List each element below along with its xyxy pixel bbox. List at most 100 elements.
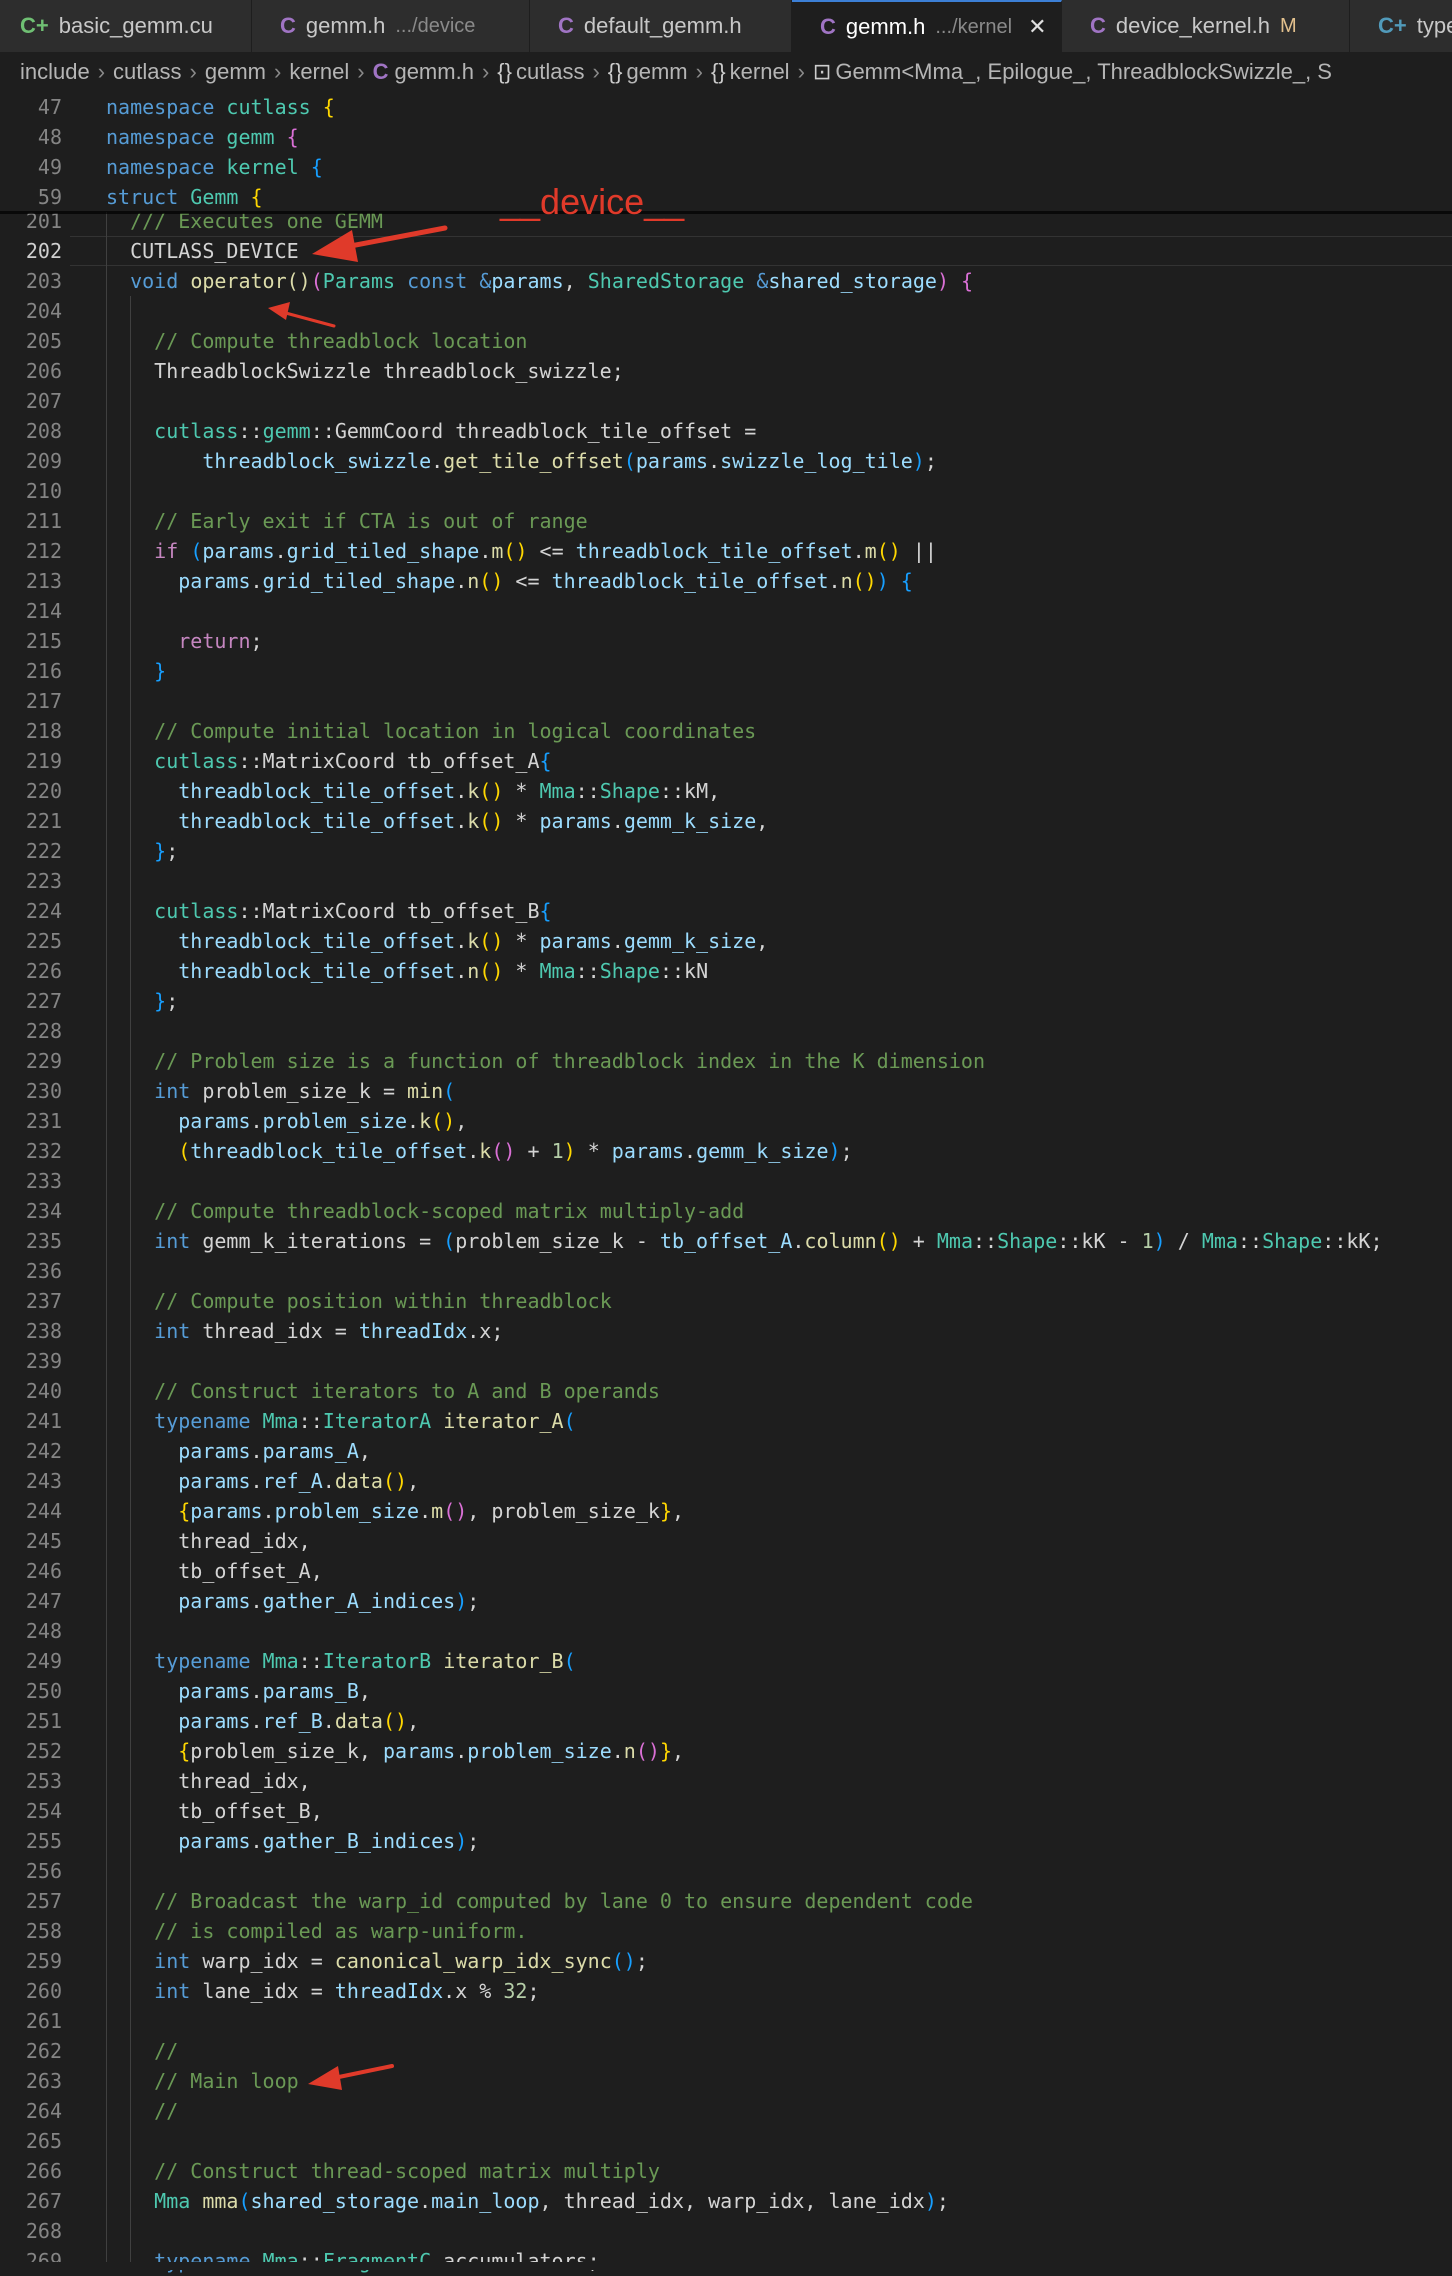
tab-default-gemm-h[interactable]: Cdefault_gemm.h [530, 0, 792, 52]
line-number: 216 [25, 659, 62, 683]
code-line[interactable]: 235 int gemm_k_iterations = (problem_siz… [0, 1226, 1452, 1256]
annotation-label-device: __device__ [500, 181, 685, 222]
line-number: 238 [25, 1319, 62, 1343]
code-line[interactable]: 260 int lane_idx = threadIdx.x % 32; [0, 1976, 1452, 2006]
code-line[interactable]: 216 } [0, 656, 1452, 686]
code-line[interactable]: 250 params.params_B, [0, 1676, 1452, 1706]
code-line[interactable]: 259 int warp_idx = canonical_warp_idx_sy… [0, 1946, 1452, 1976]
code-line[interactable]: 245 thread_idx, [0, 1526, 1452, 1556]
code-line[interactable]: 220 threadblock_tile_offset.k() * Mma::S… [0, 776, 1452, 806]
code-line[interactable]: 48 namespace gemm { [0, 122, 1452, 152]
breadcrumb-item[interactable]: {} kernel [711, 59, 790, 85]
code-line[interactable]: 205 // Compute threadblock location [0, 326, 1452, 356]
line-content: {params.problem_size.m(), problem_size_k… [178, 1499, 685, 1523]
close-icon[interactable]: ✕ [1028, 14, 1046, 40]
code-line[interactable]: 225 threadblock_tile_offset.k() * params… [0, 926, 1452, 956]
code-line[interactable]: 231 params.problem_size.k(), [0, 1106, 1452, 1136]
code-line[interactable]: 263 // Main loop [0, 2066, 1452, 2096]
code-line[interactable]: 248 [0, 1616, 1452, 1646]
tab-gemm-h[interactable]: Cgemm.h .../kernel ✕ [792, 0, 1062, 52]
code-line[interactable]: 244 {params.problem_size.m(), problem_si… [0, 1496, 1452, 1526]
code-line[interactable]: 237 // Compute position within threadblo… [0, 1286, 1452, 1316]
code-line[interactable]: 227 }; [0, 986, 1452, 1016]
code-line[interactable]: 202 CUTLASS_DEVICE [0, 236, 1452, 266]
code-line[interactable]: 221 threadblock_tile_offset.k() * params… [0, 806, 1452, 836]
code-line[interactable]: 210 [0, 476, 1452, 506]
line-number: 266 [25, 2159, 62, 2183]
code-line[interactable]: 214 [0, 596, 1452, 626]
breadcrumb-item[interactable]: {} gemm [608, 59, 688, 85]
breadcrumb-item[interactable]: gemm [205, 59, 266, 85]
code-line[interactable]: 268 [0, 2216, 1452, 2246]
code-line[interactable]: 219 cutlass::MatrixCoord tb_offset_A{ [0, 746, 1452, 776]
code-line[interactable]: 59 struct Gemm { [0, 182, 1452, 212]
breadcrumb-item[interactable]: ⊡ Gemm<Mma_, Epilogue_, ThreadblockSwizzl… [813, 59, 1332, 85]
code-line[interactable]: 236 [0, 1256, 1452, 1286]
code-line[interactable]: 251 params.ref_B.data(), [0, 1706, 1452, 1736]
code-line[interactable]: 254 tb_offset_B, [0, 1796, 1452, 1826]
code-line[interactable]: 211 // Early exit if CTA is out of range [0, 506, 1452, 536]
code-line[interactable]: 269 typename Mma::FragmentC accumulators… [0, 2246, 1452, 2276]
code-line[interactable]: 256 [0, 1856, 1452, 1886]
code-line[interactable]: 246 tb_offset_A, [0, 1556, 1452, 1586]
code-line[interactable]: 240 // Construct iterators to A and B op… [0, 1376, 1452, 1406]
tab-device-kernel-h[interactable]: Cdevice_kernel.h M [1062, 0, 1350, 52]
code-line[interactable]: 238 int thread_idx = threadIdx.x; [0, 1316, 1452, 1346]
code-line[interactable]: 232 (threadblock_tile_offset.k() + 1) * … [0, 1136, 1452, 1166]
code-line[interactable]: 212 if (params.grid_tiled_shape.m() <= t… [0, 536, 1452, 566]
code-line[interactable]: 206 ThreadblockSwizzle threadblock_swizz… [0, 356, 1452, 386]
code-line[interactable]: 255 params.gather_B_indices); [0, 1826, 1452, 1856]
breadcrumb-item[interactable]: {} cutlass [497, 59, 584, 85]
breadcrumb-item[interactable]: include [20, 59, 90, 85]
code-line[interactable]: 224 cutlass::MatrixCoord tb_offset_B{ [0, 896, 1452, 926]
code-line[interactable]: 253 thread_idx, [0, 1766, 1452, 1796]
c-file-icon: C [1090, 13, 1106, 38]
code-line[interactable]: 265 [0, 2126, 1452, 2156]
code-line[interactable]: 261 [0, 2006, 1452, 2036]
breadcrumb-item[interactable]: Cgemm.h [373, 59, 474, 85]
line-number: 221 [25, 809, 62, 833]
code-line[interactable]: 222 }; [0, 836, 1452, 866]
code-line[interactable]: 215 return; [0, 626, 1452, 656]
code-line[interactable]: 49 namespace kernel { [0, 152, 1452, 182]
tab-type[interactable]: C+ type [1350, 0, 1452, 52]
code-line[interactable]: 226 threadblock_tile_offset.n() * Mma::S… [0, 956, 1452, 986]
tab-gemm-h[interactable]: Cgemm.h .../device [252, 0, 530, 52]
line-number: 255 [25, 1829, 62, 1853]
code-line[interactable]: 204 [0, 296, 1452, 326]
code-line[interactable]: 223 [0, 866, 1452, 896]
code-line[interactable]: 230 int problem_size_k = min( [0, 1076, 1452, 1106]
namespace-icon: {} [710, 59, 726, 84]
code-line[interactable]: 262 // [0, 2036, 1452, 2066]
code-line[interactable]: 257 // Broadcast the warp_id computed by… [0, 1886, 1452, 1916]
code-line[interactable]: 258 // is compiled as warp-uniform. [0, 1916, 1452, 1946]
code-line[interactable]: 203 void operator()(Params const &params… [0, 266, 1452, 296]
code-line[interactable]: 209 threadblock_swizzle.get_tile_offset(… [0, 446, 1452, 476]
code-line[interactable]: 239 [0, 1346, 1452, 1376]
line-content: CUTLASS_DEVICE [106, 239, 299, 263]
code-line[interactable]: 218 // Compute initial location in logic… [0, 716, 1452, 746]
code-line[interactable]: 247 params.gather_A_indices); [0, 1586, 1452, 1616]
breadcrumb-label: gemm [626, 59, 688, 84]
code-line[interactable]: 208 cutlass::gemm::GemmCoord threadblock… [0, 416, 1452, 446]
code-line[interactable]: 217 [0, 686, 1452, 716]
tab-basic-gemm-cu[interactable]: C+ basic_gemm.cu [0, 0, 252, 52]
code-line[interactable]: 267 Mma mma(shared_storage.main_loop, th… [0, 2186, 1452, 2216]
code-line[interactable]: 47 namespace cutlass { [0, 92, 1452, 122]
code-line[interactable]: 213 params.grid_tiled_shape.n() <= threa… [0, 566, 1452, 596]
code-line[interactable]: 243 params.ref_A.data(), [0, 1466, 1452, 1496]
code-line[interactable]: 252 {problem_size_k, params.problem_size… [0, 1736, 1452, 1766]
code-line[interactable]: 242 params.params_A, [0, 1436, 1452, 1466]
code-line[interactable]: 241 typename Mma::IteratorA iterator_A( [0, 1406, 1452, 1436]
code-line[interactable]: 266 // Construct thread-scoped matrix mu… [0, 2156, 1452, 2186]
code-line[interactable]: 249 typename Mma::IteratorB iterator_B( [0, 1646, 1452, 1676]
code-line[interactable]: 229 // Problem size is a function of thr… [0, 1046, 1452, 1076]
code-line[interactable]: 207 [0, 386, 1452, 416]
code-line[interactable]: 264 // [0, 2096, 1452, 2126]
sticky-scroll-header[interactable]: 47 namespace cutlass {48 namespace gemm {4… [0, 92, 1452, 212]
code-line[interactable]: 233 [0, 1166, 1452, 1196]
breadcrumb-item[interactable]: cutlass [113, 59, 181, 85]
code-line[interactable]: 234 // Compute threadblock-scoped matrix… [0, 1196, 1452, 1226]
code-line[interactable]: 228 [0, 1016, 1452, 1046]
breadcrumb-item[interactable]: kernel [289, 59, 349, 85]
